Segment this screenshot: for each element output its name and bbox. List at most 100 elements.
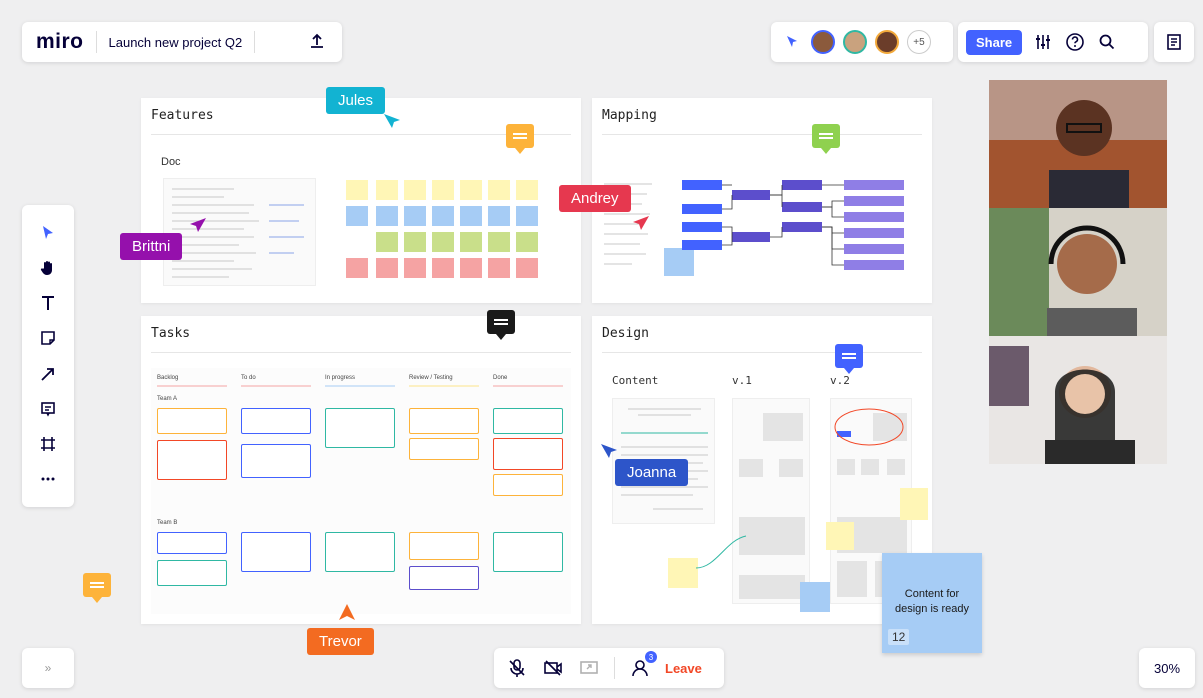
task-card[interactable] bbox=[325, 532, 395, 572]
camera-off-icon[interactable] bbox=[542, 657, 564, 679]
header-actions: Share bbox=[958, 22, 1148, 62]
cursor-label-trevor: Trevor bbox=[307, 628, 374, 655]
task-card[interactable] bbox=[493, 408, 563, 434]
divider bbox=[614, 657, 615, 679]
video-feed[interactable] bbox=[989, 336, 1167, 464]
comment-icon[interactable] bbox=[37, 398, 59, 420]
follow-cursor-icon[interactable] bbox=[781, 31, 803, 53]
task-card[interactable] bbox=[493, 438, 563, 470]
wireframe-v1[interactable] bbox=[732, 398, 810, 604]
board-notes-button[interactable] bbox=[1154, 22, 1194, 62]
participants-icon[interactable]: 3 bbox=[629, 651, 657, 679]
sticky-note-icon[interactable] bbox=[37, 327, 59, 349]
frame-title: Tasks bbox=[151, 326, 191, 341]
team-label: Team B bbox=[157, 520, 178, 526]
more-tools-icon[interactable] bbox=[37, 468, 59, 490]
miro-logo[interactable]: miro bbox=[36, 30, 84, 54]
help-icon[interactable] bbox=[1064, 31, 1086, 53]
cursor-label-jules: Jules bbox=[326, 87, 386, 114]
participant-count-badge: 3 bbox=[645, 651, 657, 663]
frame-title: Design bbox=[602, 326, 649, 341]
collaborators-bar: +5 bbox=[771, 22, 953, 62]
task-card[interactable] bbox=[325, 408, 395, 448]
doc-lines bbox=[172, 188, 304, 278]
upload-icon[interactable] bbox=[306, 31, 328, 53]
task-card[interactable] bbox=[493, 474, 563, 496]
task-card[interactable] bbox=[409, 438, 479, 460]
frame-icon[interactable] bbox=[37, 433, 59, 455]
participant-video bbox=[989, 80, 1167, 208]
design-subtitle: v.1 bbox=[732, 374, 752, 387]
text-icon[interactable] bbox=[37, 292, 59, 314]
task-card[interactable] bbox=[241, 408, 311, 434]
task-card[interactable] bbox=[409, 408, 479, 434]
video-feed[interactable] bbox=[989, 208, 1167, 336]
task-card[interactable] bbox=[409, 532, 479, 560]
design-sticky[interactable] bbox=[900, 488, 928, 520]
board-title[interactable]: Launch new project Q2 bbox=[109, 35, 243, 50]
avatar[interactable] bbox=[843, 30, 867, 54]
cursor-pointer-icon bbox=[190, 218, 206, 232]
task-card[interactable] bbox=[409, 566, 479, 590]
select-pointer-icon[interactable] bbox=[37, 222, 59, 244]
participant-video bbox=[989, 336, 1167, 464]
board-header: miro Launch new project Q2 bbox=[22, 22, 342, 62]
task-card[interactable] bbox=[157, 532, 227, 554]
design-subtitle: Content bbox=[612, 374, 659, 387]
zoom-level[interactable]: 30% bbox=[1139, 648, 1195, 688]
hand-icon[interactable] bbox=[37, 257, 59, 279]
divider bbox=[602, 352, 922, 353]
share-button[interactable]: Share bbox=[966, 29, 1023, 55]
cursor-pointer-icon bbox=[339, 604, 355, 620]
task-card[interactable] bbox=[157, 408, 227, 434]
sticky-note[interactable]: Content for design is ready 12 bbox=[882, 553, 982, 653]
cursor-label-andrey: Andrey bbox=[559, 185, 631, 212]
sticky-note-text: Content for design is ready bbox=[895, 588, 969, 616]
settings-sliders-icon[interactable] bbox=[1032, 31, 1054, 53]
avatar[interactable] bbox=[811, 30, 835, 54]
mind-map bbox=[604, 180, 904, 276]
task-card[interactable] bbox=[157, 560, 227, 586]
team-label: Team A bbox=[157, 396, 178, 402]
call-controls: 3 Leave bbox=[494, 648, 724, 688]
divider bbox=[254, 31, 256, 53]
expand-panel-button[interactable]: » bbox=[22, 648, 74, 688]
frame-title: Features bbox=[151, 108, 214, 123]
design-sticky[interactable] bbox=[668, 558, 698, 588]
comment-marker[interactable] bbox=[835, 344, 863, 374]
comment-marker[interactable] bbox=[83, 573, 111, 603]
design-sticky[interactable] bbox=[826, 522, 854, 550]
task-card[interactable] bbox=[241, 444, 311, 478]
kanban-board: Backlog To do In progress Review / Testi… bbox=[151, 368, 571, 614]
feature-sticky-grid bbox=[346, 180, 576, 290]
cursor-label-joanna: Joanna bbox=[615, 459, 689, 486]
cursor-label-brittni: Brittni bbox=[120, 233, 183, 260]
frame-tasks[interactable]: Tasks Backlog To do In progress Review /… bbox=[141, 316, 581, 624]
doc-label: Doc bbox=[161, 156, 181, 168]
cursor-pointer-icon bbox=[633, 216, 649, 230]
task-card[interactable] bbox=[241, 532, 311, 572]
arrow-line-icon[interactable] bbox=[37, 363, 59, 385]
comment-marker[interactable] bbox=[812, 124, 840, 154]
task-card[interactable] bbox=[493, 532, 563, 572]
avatar[interactable] bbox=[875, 30, 899, 54]
screen-share-icon[interactable] bbox=[578, 657, 600, 679]
design-subtitle: v.2 bbox=[830, 374, 850, 387]
comment-marker[interactable] bbox=[487, 310, 515, 340]
more-collaborators-badge[interactable]: +5 bbox=[907, 30, 931, 54]
doc-thumbnail[interactable] bbox=[163, 178, 316, 286]
leave-call-button[interactable]: Leave bbox=[665, 661, 702, 676]
frame-mapping[interactable]: Mapping bbox=[592, 98, 932, 303]
divider bbox=[151, 352, 571, 353]
search-icon[interactable] bbox=[1096, 31, 1118, 53]
comment-marker[interactable] bbox=[506, 124, 534, 154]
design-sticky[interactable] bbox=[800, 582, 830, 612]
board-canvas[interactable]: miro Launch new project Q2 +5 Share Feat… bbox=[0, 0, 1203, 698]
participant-video bbox=[989, 208, 1167, 336]
video-feed[interactable] bbox=[989, 80, 1167, 208]
notes-icon bbox=[1167, 34, 1181, 50]
cursor-pointer-icon bbox=[601, 444, 617, 458]
connector-line bbox=[696, 535, 747, 569]
task-card[interactable] bbox=[157, 440, 227, 480]
mic-off-icon[interactable] bbox=[506, 657, 528, 679]
